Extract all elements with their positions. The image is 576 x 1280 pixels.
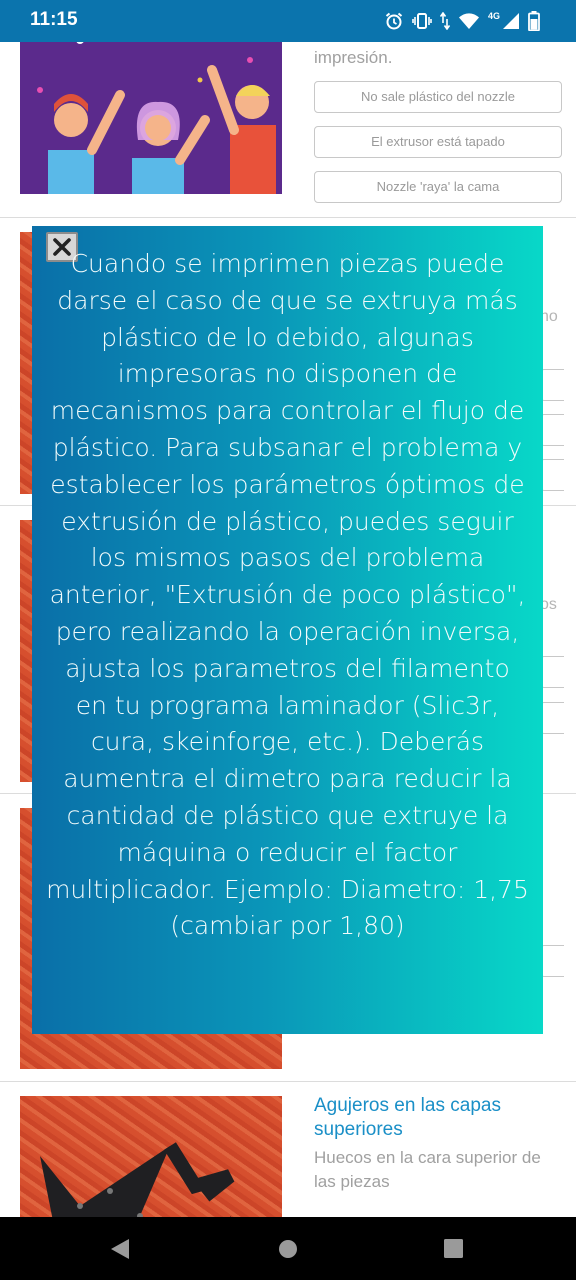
card-illustration — [20, 42, 282, 194]
signal-icon — [502, 12, 520, 30]
modal-text: Cuando se imprimen piezas puede darse el… — [46, 249, 529, 941]
card-description: impresión. — [314, 48, 393, 67]
option-nozzle-scratches-bed-button[interactable]: Nozzle 'raya' la cama — [314, 171, 562, 203]
option-extruder-clogged-button[interactable]: El extrusor está tapado — [314, 126, 562, 158]
info-modal: Cuando se imprimen piezas puede darse el… — [32, 226, 543, 1034]
vibrate-icon — [412, 11, 432, 31]
option-button[interactable] — [540, 702, 564, 734]
data-arrows-icon — [439, 12, 450, 30]
problem-card[interactable]: impresión. No sale plástico del nozzle E… — [0, 42, 576, 218]
status-bar: 11:15 4G — [0, 0, 576, 42]
status-icons: 4G — [384, 9, 540, 33]
option-button[interactable] — [540, 369, 564, 401]
battery-icon — [528, 11, 540, 31]
alarm-icon — [384, 11, 404, 31]
option-button[interactable] — [540, 656, 564, 688]
card-photo — [20, 1096, 282, 1217]
status-time: 11:15 — [30, 9, 78, 30]
card-title[interactable]: Agujeros en las capas superiores — [314, 1094, 564, 1142]
navigation-bar — [0, 1217, 576, 1280]
home-icon[interactable] — [278, 1239, 298, 1263]
card-description: Huecos en la cara superior de las piezas — [314, 1148, 541, 1191]
option-button[interactable] — [540, 459, 564, 491]
recents-icon[interactable] — [444, 1239, 463, 1262]
option-button[interactable] — [540, 945, 564, 977]
option-button[interactable] — [540, 414, 564, 446]
option-no-plastic-button[interactable]: No sale plástico del nozzle — [314, 81, 562, 113]
problem-card[interactable]: Agujeros en las capas superiores Huecos … — [0, 1082, 576, 1217]
back-icon[interactable] — [110, 1238, 130, 1264]
network-type-label: 4G — [487, 11, 500, 21]
wifi-icon — [458, 12, 480, 30]
